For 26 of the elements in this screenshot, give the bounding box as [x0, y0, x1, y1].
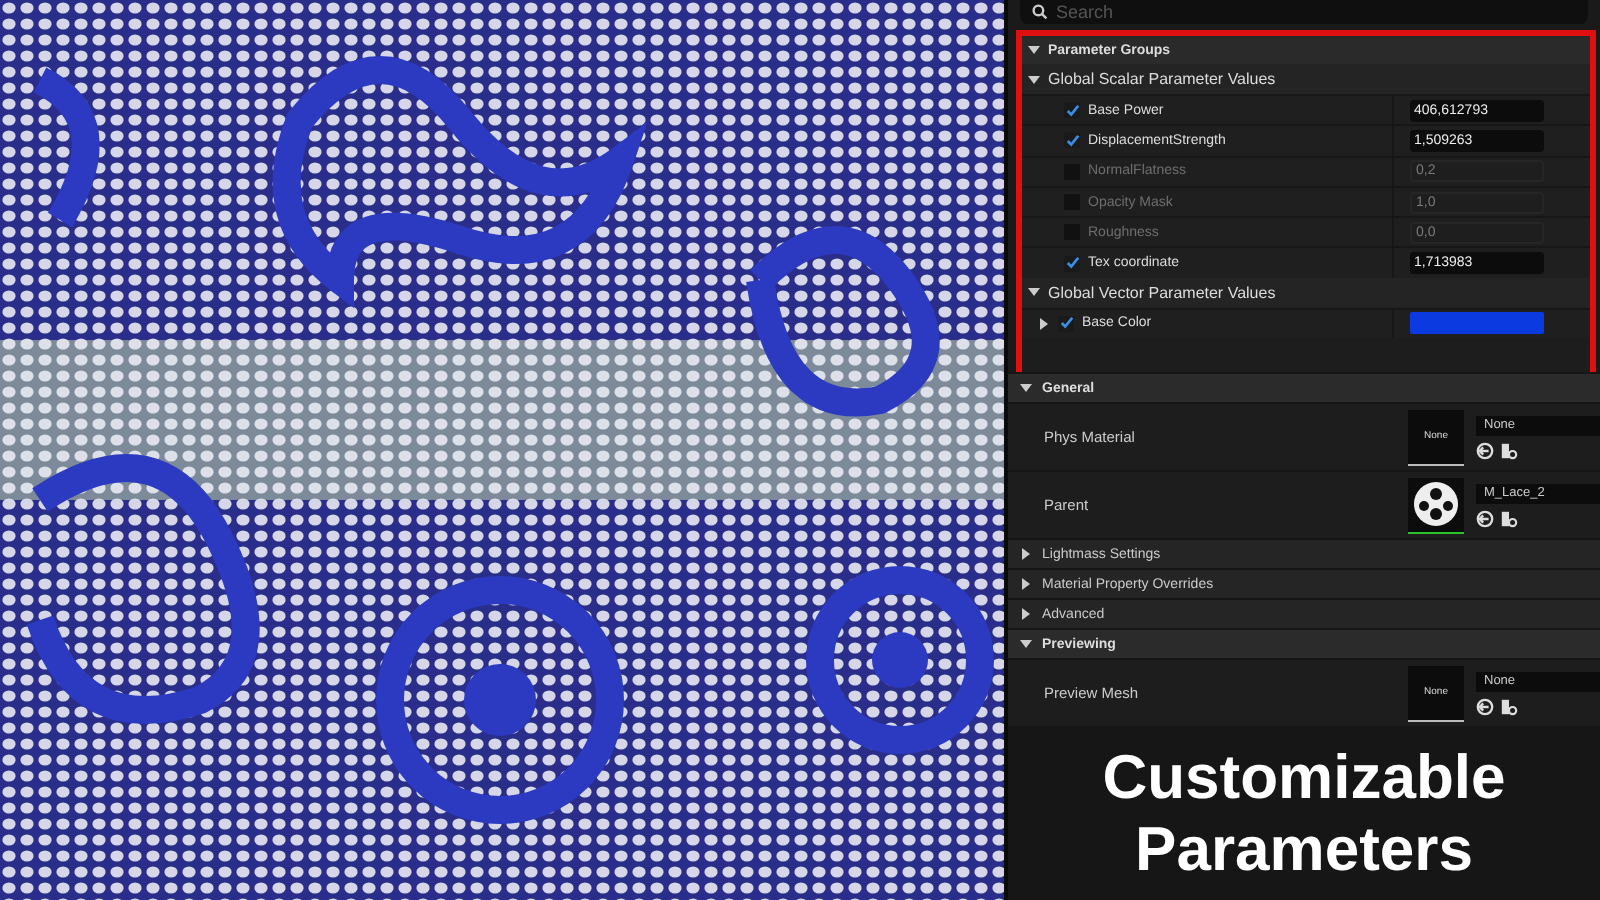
- material-thumbnail-icon[interactable]: [1412, 480, 1460, 528]
- checkbox[interactable]: [1064, 102, 1080, 119]
- browse-folder-icon[interactable]: [1500, 441, 1518, 459]
- checkbox[interactable]: [1064, 255, 1080, 272]
- group-title: Global Scalar Parameter Values: [1048, 70, 1276, 88]
- browse-folder-icon[interactable]: [1500, 509, 1518, 527]
- caption: Customizable Parameters: [1100, 741, 1508, 885]
- expand-arrow-icon[interactable]: [1020, 608, 1032, 620]
- collapse-arrow-icon[interactable]: [1028, 286, 1040, 299]
- group-title: Global Vector Parameter Values: [1048, 283, 1276, 302]
- collapse-arrow-icon[interactable]: [1028, 73, 1040, 85]
- collapse-arrow-icon[interactable]: [1020, 638, 1032, 650]
- checkbox[interactable]: [1064, 132, 1080, 149]
- search-field[interactable]: Search: [1056, 2, 1216, 22]
- expand-arrow-icon[interactable]: [1038, 317, 1050, 330]
- collapse-arrow-icon[interactable]: [1020, 382, 1032, 394]
- checkbox[interactable]: [1058, 315, 1074, 332]
- expand-arrow-icon[interactable]: [1020, 548, 1032, 560]
- search-icon: [1032, 4, 1048, 20]
- color-swatch[interactable]: [1410, 312, 1544, 335]
- use-selected-icon[interactable]: [1476, 441, 1494, 459]
- use-selected-icon[interactable]: [1476, 509, 1494, 527]
- collapse-arrow-icon[interactable]: [1028, 44, 1040, 56]
- browse-folder-icon[interactable]: [1500, 697, 1518, 715]
- use-selected-icon[interactable]: [1476, 697, 1494, 715]
- expand-arrow-icon[interactable]: [1020, 578, 1032, 590]
